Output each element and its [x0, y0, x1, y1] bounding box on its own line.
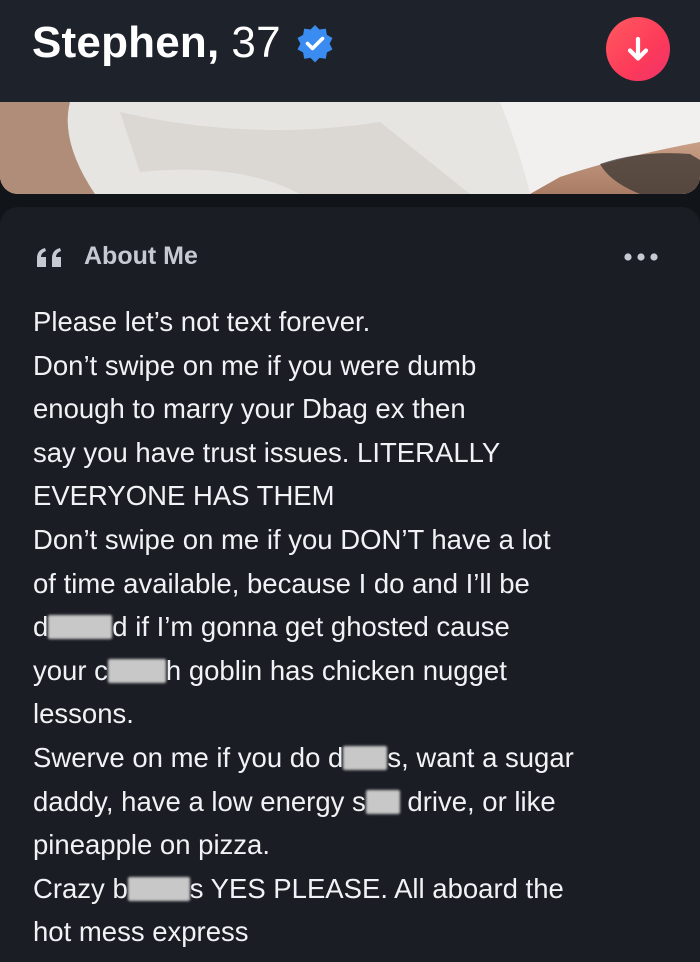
- bio-line: your c h goblin has chicken nugget: [33, 649, 683, 693]
- bio-line: lessons.: [33, 692, 683, 736]
- bio-text: s YES PLEASE. All aboard the: [189, 872, 564, 904]
- bio-line: of time available, because I do and I’ll…: [33, 562, 683, 606]
- bio-line: say you have trust issues. LITERALLY: [33, 431, 683, 475]
- bio-text: say you have trust issues. LITERALLY: [33, 436, 501, 468]
- arrow-down-icon: [627, 36, 649, 61]
- profile-photo[interactable]: [0, 102, 700, 194]
- about-me-title: About Me: [84, 242, 198, 270]
- profile-header: Stephen, 37: [0, 0, 700, 102]
- bio-line: d d if I’m gonna get ghosted cause: [33, 605, 683, 649]
- redaction-blur: [343, 745, 388, 770]
- more-dots-icon[interactable]: [622, 250, 660, 264]
- profile-screen: Stephen, 37 About Me Please let’s not te…: [0, 0, 700, 962]
- bio-text: drive, or like: [399, 785, 556, 817]
- quote-icon: [37, 247, 61, 267]
- bio-line: Don’t swipe on me if you were dumb: [33, 344, 683, 388]
- bio-text: Crazy b: [33, 872, 128, 904]
- bio-text: Don’t swipe on me if you were dumb: [33, 349, 477, 381]
- bio-text: daddy, have a low energy s: [33, 785, 366, 817]
- redaction-blur: [127, 876, 190, 901]
- profile-name-row: Stephen, 37: [32, 18, 335, 68]
- profile-name: Stephen,: [32, 18, 220, 67]
- bio-text: d: [33, 611, 49, 643]
- bio-text: enough to marry your Dbag ex then: [33, 393, 466, 425]
- verified-badge-icon: [297, 25, 333, 63]
- bio-line: enough to marry your Dbag ex then: [33, 387, 683, 431]
- profile-age: 37: [231, 18, 281, 67]
- bio-line: pineapple on pizza.: [33, 823, 683, 867]
- bio-line: daddy, have a low energy s drive, or lik…: [33, 780, 683, 824]
- bio-text: Please let’s not text forever.: [33, 306, 371, 337]
- bio-text: your c: [33, 654, 108, 686]
- bio-line: Don’t swipe on me if you DON’T have a lo…: [33, 518, 683, 562]
- bio-text: d if I’m gonna get ghosted cause: [112, 611, 510, 643]
- bio-text: pineapple on pizza.: [33, 829, 270, 861]
- close-profile-button[interactable]: [606, 17, 670, 81]
- profile-photo-image: [0, 102, 700, 194]
- bio-line: EVERYONE HAS THEM: [33, 474, 683, 518]
- bio-text: EVERYONE HAS THEM: [33, 480, 335, 512]
- bio-text: s, want a sugar: [387, 741, 574, 773]
- redaction-blur: [365, 789, 400, 814]
- bio-text: lessons.: [33, 698, 134, 730]
- bio-text: Swerve on me if you do d: [33, 741, 344, 773]
- bio-line: Crazy b s YES PLEASE. All aboard the: [33, 867, 683, 911]
- bio-text: h goblin has chicken nugget: [165, 654, 507, 686]
- about-me-text: Please let’s not text forever. Don’t swi…: [33, 300, 683, 954]
- bio-line: Swerve on me if you do d s, want a sugar: [33, 736, 683, 780]
- redaction-blur: [48, 615, 113, 640]
- bio-text: hot mess express: [33, 916, 249, 948]
- redaction-blur: [107, 658, 166, 683]
- bio-line: Please let’s not text forever.: [33, 300, 683, 344]
- bio-line: hot mess express: [33, 910, 683, 954]
- bio-text: of time available, because I do and I’ll…: [33, 567, 530, 599]
- bio-text: Don’t swipe on me if you DON’T have a lo…: [33, 523, 551, 555]
- about-me-header: About Me: [34, 242, 198, 271]
